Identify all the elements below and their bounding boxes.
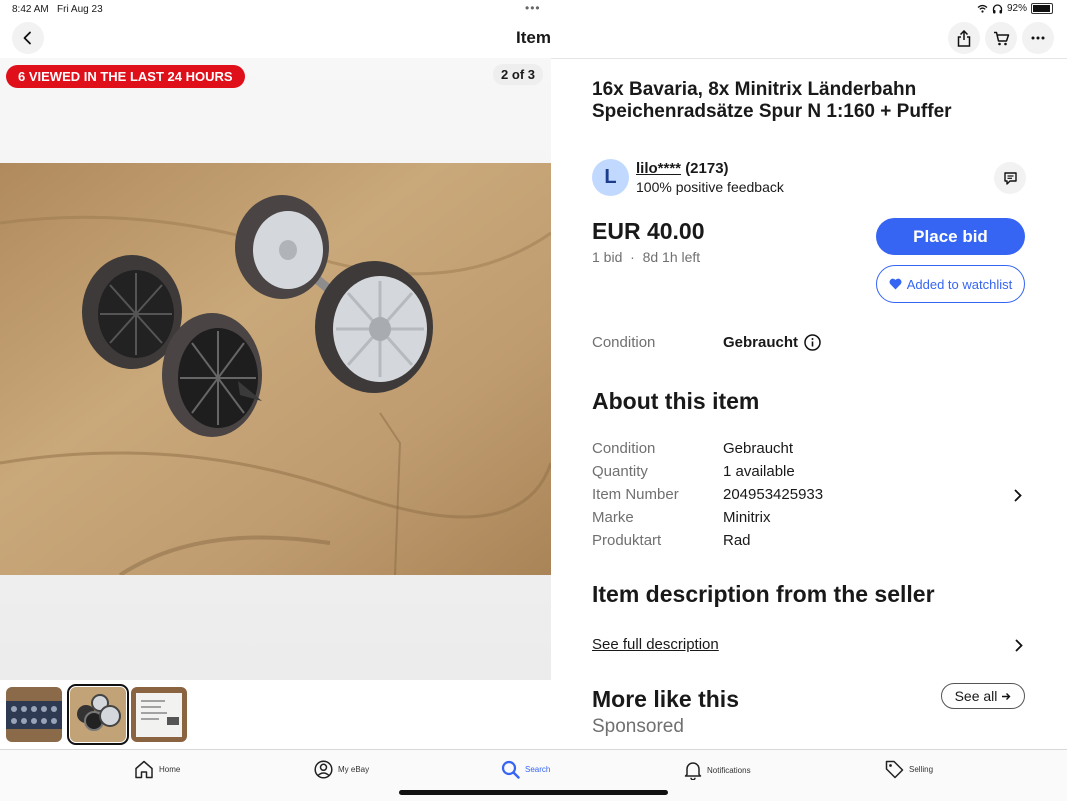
condition-value: Gebraucht: [723, 334, 821, 351]
spec-value: Rad: [723, 532, 751, 549]
user-icon: [314, 760, 333, 779]
tab-label: Selling: [909, 765, 934, 774]
item-details: 16x Bavaria, 8x Minitrix Länderbahn Spei…: [592, 58, 1037, 748]
thumbnail-2[interactable]: [67, 684, 129, 745]
see-all-label: See all: [954, 688, 998, 704]
description-heading: Item description from the seller: [592, 581, 935, 607]
condition-label: Condition: [592, 334, 656, 351]
back-button[interactable]: [12, 22, 44, 54]
seller-username[interactable]: lilo****: [636, 160, 681, 177]
status-time: 8:42 AM Fri Aug 23: [12, 4, 103, 15]
spec-key: Marke: [592, 509, 634, 526]
thumbnail-strip: [0, 680, 551, 750]
headphones-icon: [992, 3, 1003, 13]
item-title: 16x Bavaria, 8x Minitrix Länderbahn Spei…: [592, 79, 952, 122]
image-gallery[interactable]: 6 VIEWED IN THE LAST 24 HOURS 2 of 3: [0, 58, 551, 680]
battery-percent: 92%: [1006, 3, 1027, 14]
spec-value: 204953425933: [723, 486, 824, 503]
sponsored-label: Sponsored: [592, 716, 684, 737]
item-number-row[interactable]: Item Number 204953425933: [592, 486, 1032, 509]
spec-key: Item Number: [592, 486, 679, 503]
spec-row: Condition Gebraucht: [592, 440, 1032, 463]
seller-feedback: 100% positive feedback: [636, 179, 784, 195]
multitasking-dots[interactable]: •••: [525, 1, 541, 15]
image-counter: 2 of 3: [493, 64, 543, 85]
place-bid-button[interactable]: Place bid: [876, 218, 1025, 255]
tab-search[interactable]: Search: [501, 760, 550, 779]
seller-link[interactable]: lilo**** (2173): [636, 160, 729, 177]
item-price: EUR 40.00: [592, 218, 705, 244]
status-icons: 92%: [977, 3, 1053, 14]
chevron-right-icon[interactable]: [1014, 489, 1022, 502]
tab-label: My eBay: [338, 765, 370, 774]
more-icon: [1031, 36, 1045, 40]
arrow-right-icon: [1002, 692, 1011, 700]
bell-icon: [684, 762, 702, 780]
thumbnail-3[interactable]: [131, 687, 187, 742]
tab-label: Home: [159, 765, 181, 774]
message-icon: [1003, 171, 1017, 185]
thumbnail-1[interactable]: [6, 687, 62, 742]
seller-feedback-count: (2173): [685, 160, 729, 177]
about-heading: About this item: [592, 388, 760, 414]
see-all-button[interactable]: See all: [941, 683, 1025, 709]
search-icon: [501, 760, 520, 779]
back-chevron-icon: [23, 31, 31, 45]
item-photo[interactable]: [0, 163, 551, 575]
tab-label: Notifications: [707, 765, 751, 775]
spec-value: Minitrix: [723, 509, 771, 526]
condition-text: Gebraucht: [723, 334, 799, 351]
see-full-description-link[interactable]: See full description: [592, 636, 719, 653]
tab-label: Search: [525, 765, 551, 774]
tab-my-ebay[interactable]: My eBay: [314, 760, 369, 779]
cart-button[interactable]: [985, 22, 1017, 54]
spec-row: Produktart Rad: [592, 532, 1032, 555]
bid-separator: ·: [630, 249, 635, 265]
home-indicator[interactable]: [399, 790, 668, 795]
cart-icon: [993, 31, 1009, 45]
spec-key: Condition: [592, 440, 656, 457]
spec-key: Quantity: [592, 463, 648, 480]
status-bar: 8:42 AM Fri Aug 23 ••• 92%: [0, 0, 1067, 18]
share-icon: [957, 29, 971, 47]
home-icon: [135, 760, 153, 779]
battery-icon: [1031, 3, 1053, 14]
message-seller-button[interactable]: [994, 162, 1026, 194]
more-like-this-heading: More like this: [592, 686, 739, 712]
spec-value: Gebraucht: [723, 440, 794, 457]
spec-row: Marke Minitrix: [592, 509, 1032, 532]
watchlist-button[interactable]: Added to watchlist: [876, 265, 1025, 303]
spec-row: Quantity 1 available: [592, 463, 1032, 486]
time-left: 8d 1h left: [642, 249, 701, 265]
tag-icon: [885, 760, 904, 779]
page-title: Item: [516, 28, 551, 47]
heart-icon: [889, 278, 902, 290]
seller-avatar[interactable]: L: [592, 159, 629, 196]
share-button[interactable]: [948, 22, 980, 54]
wifi-icon: [977, 4, 988, 13]
tab-selling[interactable]: Selling: [885, 760, 933, 779]
chevron-right-icon[interactable]: [1015, 639, 1023, 652]
nav-bar: Item: [0, 18, 1067, 59]
watchlist-label: Added to watchlist: [906, 276, 1013, 292]
info-icon[interactable]: [804, 334, 821, 351]
spec-value: 1 available: [723, 463, 795, 480]
more-button[interactable]: [1022, 22, 1054, 54]
bid-info: 1 bid · 8d 1h left: [592, 249, 700, 265]
tab-home[interactable]: Home: [134, 760, 180, 779]
bid-count: 1 bid: [592, 249, 623, 265]
viewed-badge: 6 VIEWED IN THE LAST 24 HOURS: [6, 65, 245, 88]
tab-notifications[interactable]: Notifications: [684, 760, 751, 780]
spec-key: Produktart: [592, 532, 662, 549]
